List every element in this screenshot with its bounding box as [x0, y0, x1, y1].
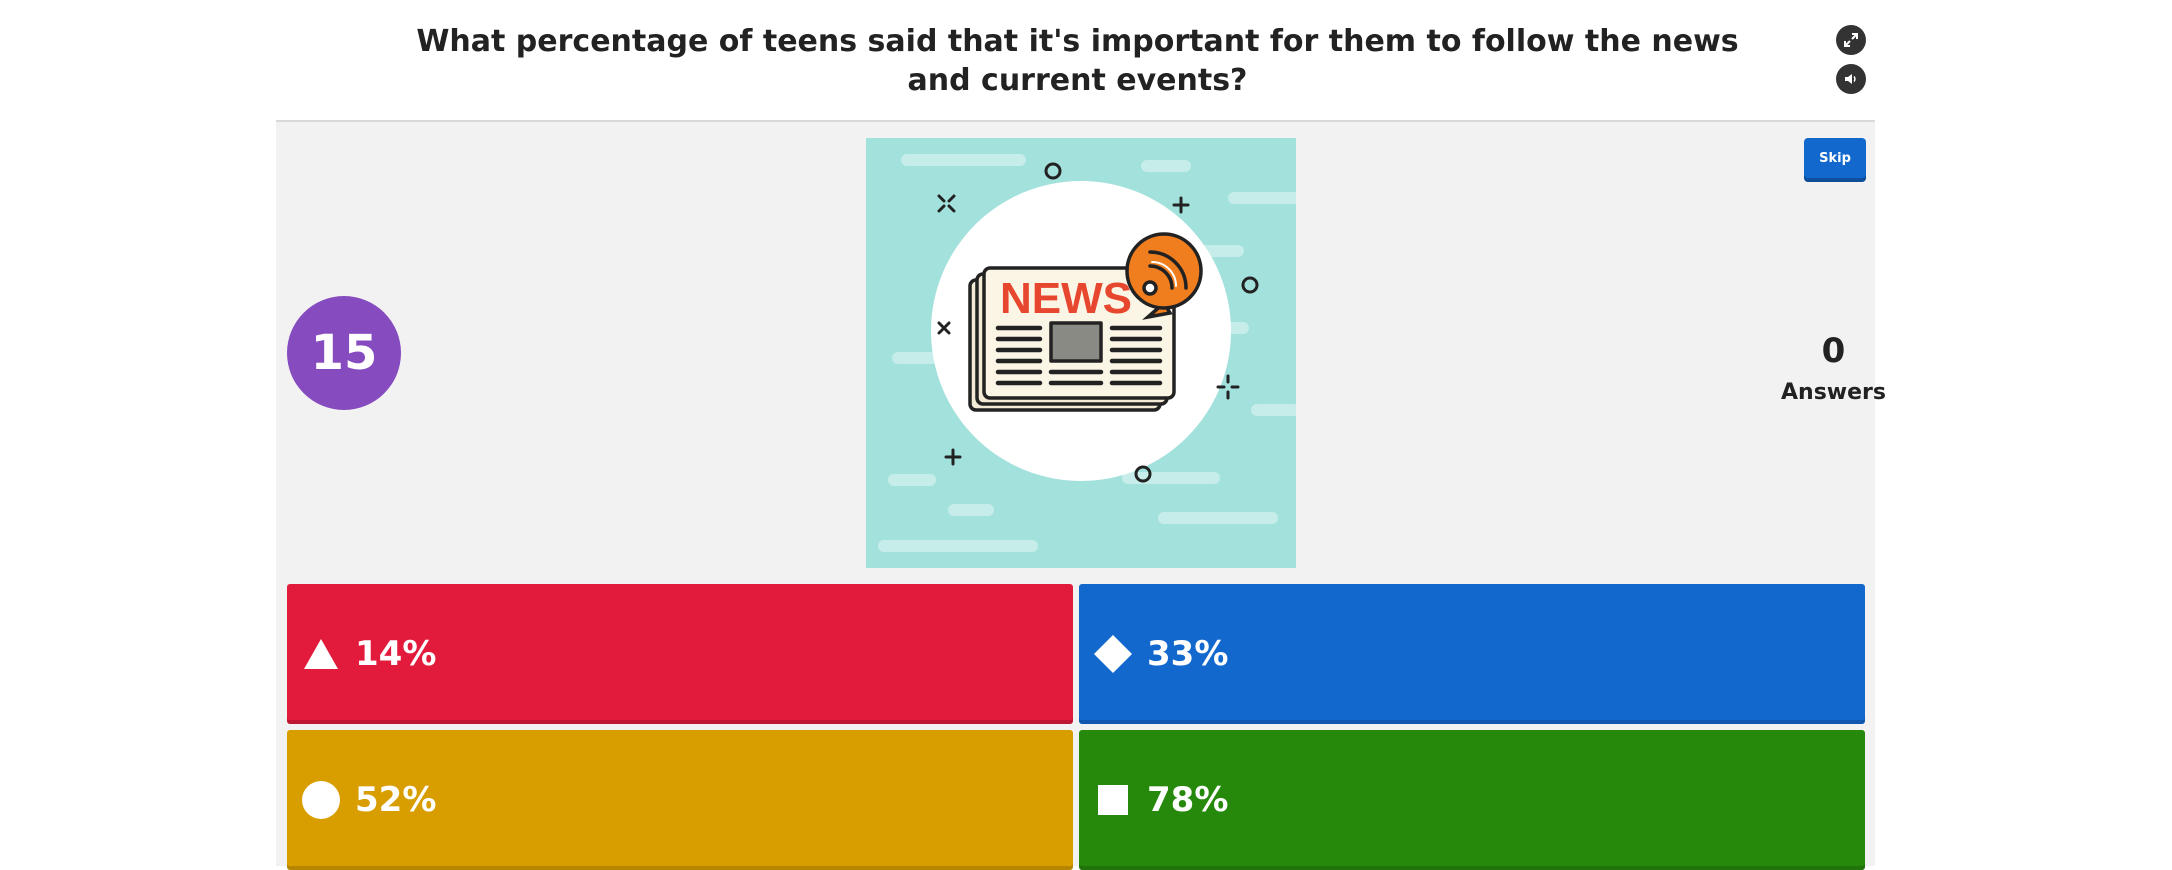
answers-label: Answers	[1781, 380, 1886, 405]
countdown-timer: 15	[287, 296, 401, 410]
answer-label: 14%	[355, 634, 437, 674]
volume-icon	[1845, 74, 1856, 84]
question-header: What percentage of teens said that it's …	[0, 0, 2172, 120]
skip-button[interactable]: Skip	[1804, 138, 1866, 182]
circle-icon	[301, 780, 341, 820]
answer-label: 52%	[355, 780, 437, 820]
question-image: NEWS	[866, 138, 1296, 568]
question-title: What percentage of teens said that it's …	[416, 24, 1739, 98]
answer-label: 33%	[1147, 634, 1229, 674]
answer-option-circle[interactable]: 52%	[287, 730, 1073, 870]
answer-option-square[interactable]: 78%	[1079, 730, 1865, 870]
fullscreen-icon	[1844, 33, 1858, 47]
fullscreen-button[interactable]	[1836, 25, 1866, 55]
answer-option-triangle[interactable]: 14%	[287, 584, 1073, 724]
diamond-icon	[1093, 634, 1133, 674]
news-headline: NEWS	[1000, 274, 1132, 323]
sound-button[interactable]	[1836, 64, 1866, 94]
answer-label: 78%	[1147, 780, 1229, 820]
answer-option-diamond[interactable]: 33%	[1079, 584, 1865, 724]
answers-count: 0	[1821, 331, 1846, 371]
square-icon	[1093, 780, 1133, 820]
newspaper-illustration: NEWS	[866, 138, 1296, 568]
triangle-icon	[301, 634, 341, 674]
game-area: 15 NEWS Skip 0 Answers 14% 33% 52% 78%	[276, 120, 1886, 870]
